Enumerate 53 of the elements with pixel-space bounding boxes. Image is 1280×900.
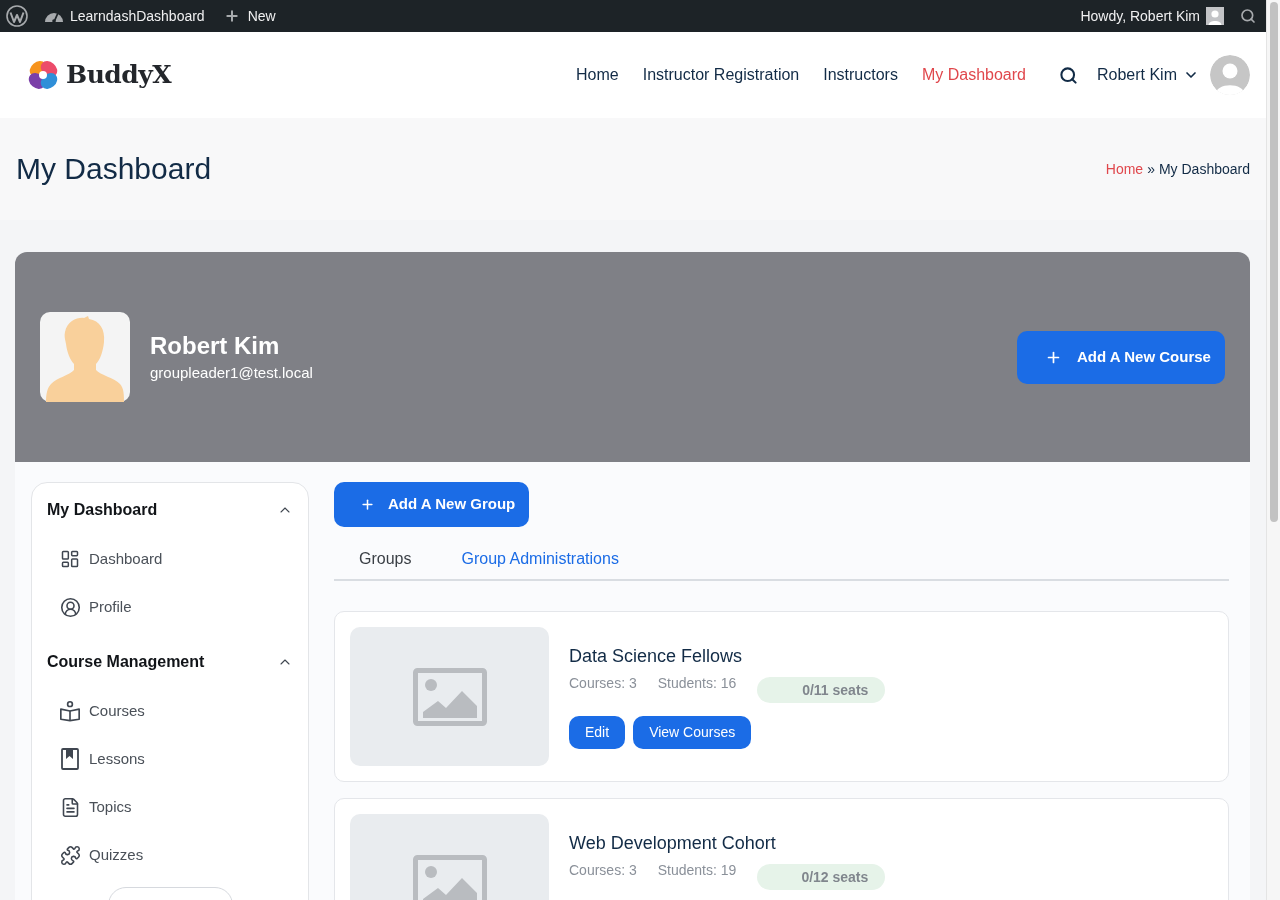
nav-link[interactable]: Instructors — [823, 63, 898, 87]
grid-icon — [60, 549, 80, 569]
new-link[interactable]: New — [223, 5, 276, 27]
plus-icon — [360, 497, 375, 512]
sidebar-link[interactable]: Profile — [59, 595, 132, 619]
user-menu-button[interactable]: Robert Kim — [1096, 63, 1199, 87]
image-icon — [412, 854, 487, 900]
user-circle-icon — [59, 596, 81, 618]
section-heading: My Dashboard — [47, 500, 158, 520]
add-course-button[interactable]: Add A New Course — [1017, 330, 1225, 384]
search-icon[interactable] — [1058, 65, 1078, 85]
scrollbar-thumb[interactable] — [1269, 2, 1278, 522]
nav-link[interactable]: Home — [576, 63, 619, 87]
section-heading: Course Management — [47, 652, 205, 672]
logo-icon[interactable] — [26, 58, 60, 92]
seats-badge: 0/12 seats — [757, 864, 886, 890]
scrollbar[interactable] — [1266, 0, 1280, 900]
logo-text[interactable]: BuddyX — [66, 56, 172, 94]
student-count: Students: 19 — [657, 861, 737, 880]
profile-name: Robert Kim — [150, 331, 281, 361]
breadcrumb-link[interactable]: Home — [1105, 158, 1144, 180]
sidebar-link[interactable]: Topics — [59, 795, 132, 819]
bookmark-icon — [61, 748, 79, 770]
image-icon — [412, 667, 487, 726]
profile-email: groupleader1@test.local — [150, 363, 313, 383]
sidebar-link[interactable]: Lessons — [59, 747, 145, 771]
breadcrumb-separator: » — [1147, 159, 1155, 179]
avatar-icon — [40, 312, 130, 402]
student-count: Students: 16 — [657, 674, 737, 693]
site-name-link[interactable]: LearndashDashboard — [70, 5, 205, 27]
sidebar-link[interactable]: Quizzes — [59, 843, 144, 867]
search-icon[interactable] — [1240, 8, 1256, 24]
circle-logo-icon[interactable] — [6, 5, 28, 27]
course-count: Courses: 3 — [569, 861, 637, 880]
seats-badge: 0/11 seats — [757, 677, 886, 703]
plus-icon — [223, 8, 240, 24]
tab[interactable]: Group Administrations — [436, 539, 644, 579]
book-person-icon — [59, 700, 81, 722]
sidebar-link[interactable]: Dashboard — [59, 547, 163, 571]
page-title: My Dashboard — [16, 154, 212, 184]
greeting-link[interactable]: Howdy, Robert Kim — [1080, 5, 1200, 27]
sidebar-link[interactable]: Courses — [59, 699, 145, 723]
group-title[interactable]: Data Science Fellows — [569, 644, 886, 668]
breadcrumb-current: My Dashboard — [1158, 159, 1250, 179]
group-title[interactable]: Web Development Cohort — [569, 831, 886, 855]
tab[interactable]: Groups — [334, 539, 437, 579]
puzzle-icon — [59, 844, 81, 866]
nav-link[interactable]: Instructor Registration — [642, 63, 800, 87]
action-button[interactable]: View Courses — [633, 716, 752, 749]
course-count: Courses: 3 — [569, 674, 637, 693]
add-group-button[interactable]: Add A New Group — [334, 482, 529, 527]
nav-link[interactable]: My Dashboard — [921, 63, 1026, 87]
action-button[interactable]: Edit — [569, 716, 626, 749]
